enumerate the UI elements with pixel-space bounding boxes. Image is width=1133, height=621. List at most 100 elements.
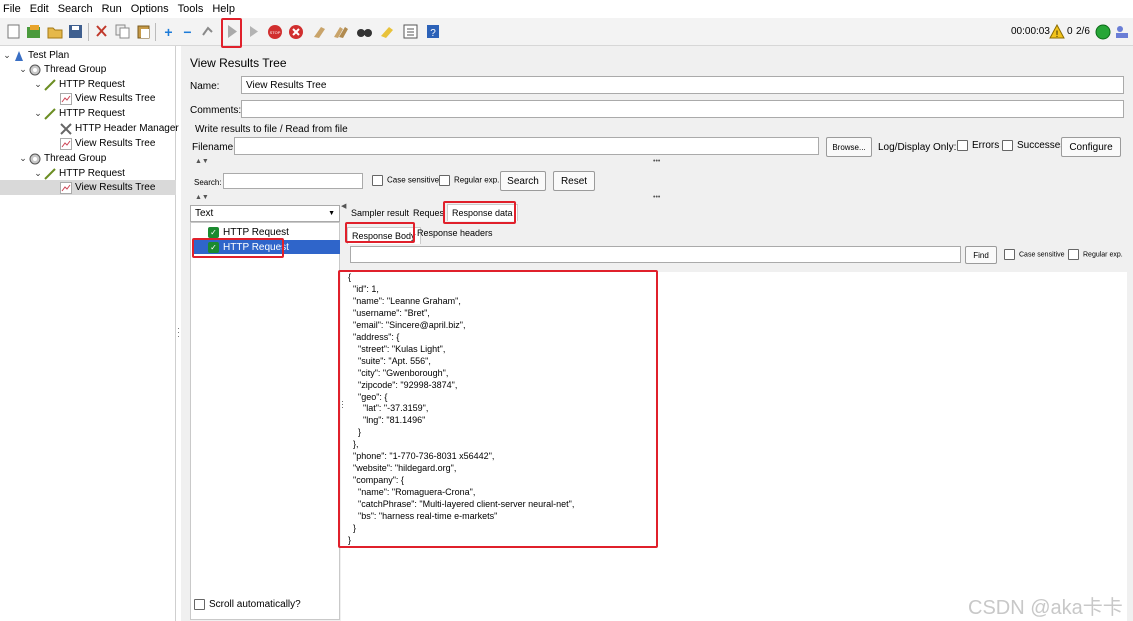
menu-options[interactable]: Options <box>131 3 169 15</box>
filename-field[interactable] <box>234 137 819 155</box>
start-icon[interactable] <box>222 22 241 41</box>
result-item[interactable]: ✓ HTTP Request <box>192 225 340 239</box>
result-label: HTTP Request <box>223 241 289 253</box>
search-icon[interactable] <box>355 22 374 41</box>
tree-item-thread-group-1[interactable]: ⌄ Thread Group <box>18 62 106 77</box>
tree-item-http-request-3[interactable]: ⌄ HTTP Request <box>33 166 125 181</box>
function-helper-icon[interactable] <box>401 22 420 41</box>
reset-search-icon[interactable] <box>377 22 396 41</box>
find-regular-exp-checkbox[interactable] <box>1068 249 1079 260</box>
collapse-arrow-icon[interactable]: ⌄ <box>2 50 12 61</box>
collapse-icon[interactable]: − <box>178 22 197 41</box>
tab-sampler-result[interactable]: Sampler result <box>351 208 409 218</box>
listener-icon <box>59 137 72 150</box>
browse-button[interactable]: Browse... <box>826 137 872 157</box>
collapse-arrow-icon[interactable]: ⌄ <box>33 79 43 90</box>
tree-item-thread-group-2[interactable]: ⌄ Thread Group <box>18 151 106 166</box>
menu-edit[interactable]: Edit <box>30 3 49 15</box>
tree-item-view-results-tree-2[interactable]: View Results Tree <box>59 136 155 151</box>
renderer-select[interactable]: Text ▼ <box>190 205 340 222</box>
help-icon[interactable]: ? <box>423 22 442 41</box>
svg-text:!: ! <box>1055 29 1058 39</box>
search-input[interactable] <box>223 173 363 189</box>
divider-handle[interactable]: ••• <box>653 158 660 165</box>
tab-response-data[interactable]: Response data <box>447 204 518 221</box>
thread-group-icon <box>28 152 41 165</box>
templates-icon[interactable] <box>24 22 43 41</box>
expand-icon[interactable]: + <box>159 22 178 41</box>
paste-icon[interactable] <box>134 22 153 41</box>
clear-all-icon[interactable] <box>331 22 350 41</box>
tree-item-view-results-tree-1[interactable]: View Results Tree <box>59 91 155 106</box>
find-input[interactable] <box>350 246 961 263</box>
warning-icon[interactable]: ! <box>1047 22 1066 41</box>
view-results-tree-panel: View Results Tree Name: Comments: Write … <box>181 46 1133 621</box>
tree-item-http-header-manager[interactable]: HTTP Header Manager <box>59 121 179 136</box>
tree-item-test-plan[interactable]: ⌄ Test Plan <box>2 48 69 63</box>
copy-icon[interactable] <box>113 22 132 41</box>
tree-item-view-results-tree-3[interactable]: View Results Tree <box>0 180 176 195</box>
errors-option[interactable]: Errors <box>957 140 999 151</box>
open-icon[interactable] <box>45 22 64 41</box>
tab-request[interactable]: Request <box>413 208 443 218</box>
splitter-handle[interactable]: · · · <box>177 324 180 341</box>
collapse-arrows[interactable]: ▲▼ <box>195 158 209 165</box>
menu-help[interactable]: Help <box>212 3 235 15</box>
collapse-arrow-icon[interactable]: ⌄ <box>33 168 43 179</box>
collapse-arrow-icon[interactable]: ⌄ <box>33 108 43 119</box>
regular-exp-option[interactable]: Regular exp. <box>439 175 499 186</box>
find-case-sensitive-label: Case sensitive <box>1019 251 1065 259</box>
case-sensitive-option[interactable]: Case sensitive <box>372 175 439 186</box>
successes-option[interactable]: Successes <box>1002 140 1065 151</box>
find-regular-exp-option[interactable]: Regular exp. <box>1068 249 1123 260</box>
errors-label: Errors <box>972 140 1000 152</box>
response-body-text[interactable]: { "id": 1, "name": "Leanne Graham", "use… <box>341 272 1127 621</box>
sampler-icon <box>43 167 56 180</box>
find-regular-exp-label: Regular exp. <box>1083 251 1123 259</box>
listener-icon <box>59 181 72 194</box>
collapse-arrows-2[interactable]: ▲▼ <box>195 194 209 201</box>
name-field[interactable] <box>241 76 1124 94</box>
result-item-selected[interactable]: ✓ HTTP Request <box>192 240 340 254</box>
resize-handle[interactable]: · · · <box>341 397 344 412</box>
tab-response-body[interactable]: Response Body <box>347 227 421 244</box>
tree-item-http-request-2[interactable]: ⌄ HTTP Request <box>33 106 125 121</box>
scroll-automatically-label: Scroll automatically? <box>209 599 301 611</box>
menu-run[interactable]: Run <box>102 3 122 15</box>
menu-file[interactable]: File <box>3 3 21 15</box>
clear-icon[interactable] <box>310 22 329 41</box>
scroll-automatically-option[interactable]: Scroll automatically? <box>194 599 301 610</box>
cut-icon[interactable] <box>92 22 111 41</box>
scroll-automatically-checkbox[interactable] <box>194 599 205 610</box>
shutdown-icon[interactable] <box>286 22 305 41</box>
menu-tools[interactable]: Tools <box>178 3 204 15</box>
menu-search[interactable]: Search <box>58 3 93 15</box>
find-case-sensitive-option[interactable]: Case sensitive <box>1004 249 1065 260</box>
reset-button[interactable]: Reset <box>553 171 595 191</box>
case-sensitive-checkbox[interactable] <box>372 175 383 186</box>
find-case-sensitive-checkbox[interactable] <box>1004 249 1015 260</box>
divider-handle-2[interactable]: ••• <box>653 194 660 201</box>
regular-exp-checkbox[interactable] <box>439 175 450 186</box>
tree-item-http-request-1[interactable]: ⌄ HTTP Request <box>33 77 125 92</box>
start-no-pauses-icon[interactable] <box>245 22 264 41</box>
new-icon[interactable] <box>4 22 23 41</box>
errors-checkbox[interactable] <box>957 140 968 151</box>
successes-checkbox[interactable] <box>1002 140 1013 151</box>
panel-collapse-arrow[interactable]: ◀ <box>341 202 346 210</box>
collapse-arrow-icon[interactable]: ⌄ <box>18 153 28 164</box>
dropdown-arrow-icon: ▼ <box>328 210 335 217</box>
comments-field[interactable] <box>241 100 1124 118</box>
watermark: CSDN @aka卡卡 <box>968 597 1123 619</box>
stop-icon[interactable]: STOP <box>265 22 284 41</box>
configure-button[interactable]: Configure <box>1061 137 1121 157</box>
toggle-icon[interactable] <box>198 22 217 41</box>
tab-response-headers[interactable]: Response headers <box>417 228 493 238</box>
save-icon[interactable] <box>66 22 85 41</box>
search-button[interactable]: Search <box>500 171 546 191</box>
remote-icon[interactable] <box>1112 22 1131 41</box>
collapse-arrow-icon[interactable]: ⌄ <box>18 64 28 75</box>
success-shield-icon: ✓ <box>208 241 219 253</box>
find-button[interactable]: Find <box>965 246 997 264</box>
tree-item-label: Thread Group <box>44 64 107 75</box>
